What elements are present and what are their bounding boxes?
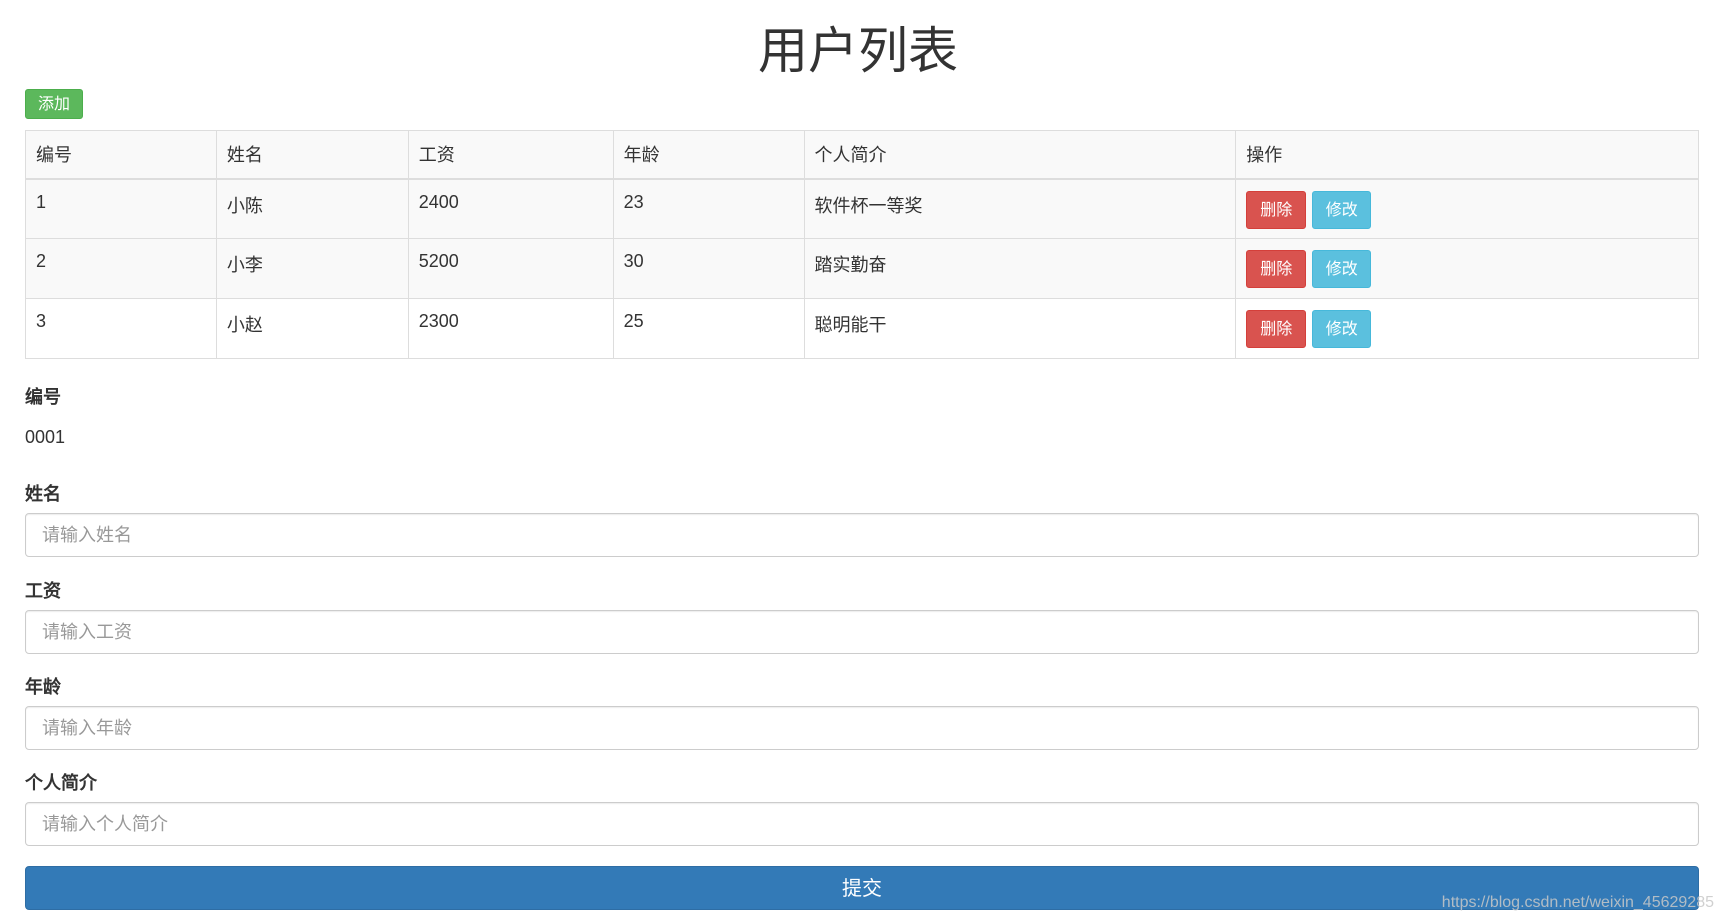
user-table: 编号 姓名 工资 年龄 个人简介 操作 1 小陈 2400 23 软件杯一等奖 … [25,130,1699,359]
cell-name: 小李 [216,239,408,299]
delete-button[interactable]: 删除 [1246,310,1306,348]
table-header-row: 编号 姓名 工资 年龄 个人简介 操作 [26,131,1699,179]
cell-id: 2 [26,239,217,299]
cell-name: 小陈 [216,179,408,239]
cell-id: 3 [26,299,217,359]
column-header-id: 编号 [26,131,217,179]
cell-intro: 踏实勤奋 [804,239,1236,299]
page-title: 用户列表 [0,18,1716,84]
form-group-name: 姓名 [25,481,1699,557]
cell-salary: 2400 [408,179,613,239]
name-label: 姓名 [25,481,1699,507]
edit-button[interactable]: 修改 [1312,250,1371,288]
age-input[interactable] [25,706,1699,750]
cell-actions: 删除 修改 [1236,239,1699,299]
watermark-text: https://blog.csdn.net/weixin_45629285 [1442,894,1714,912]
column-header-salary: 工资 [408,131,613,179]
table-row: 2 小李 5200 30 踏实勤奋 删除 修改 [26,239,1699,299]
delete-button[interactable]: 删除 [1246,191,1306,229]
column-header-intro: 个人简介 [804,131,1236,179]
cell-id: 1 [26,179,217,239]
cell-age: 30 [613,239,804,299]
column-header-actions: 操作 [1236,131,1699,179]
page: 用户列表 添加 编号 姓名 工资 年龄 个人简介 操作 1 小陈 [0,0,1716,920]
cell-actions: 删除 修改 [1236,299,1699,359]
name-input[interactable] [25,513,1699,557]
column-header-age: 年龄 [613,131,804,179]
table-row: 1 小陈 2400 23 软件杯一等奖 删除 修改 [26,179,1699,239]
edit-button[interactable]: 修改 [1312,310,1371,348]
id-label: 编号 [25,384,1699,410]
salary-label: 工资 [25,578,1699,604]
cell-age: 25 [613,299,804,359]
cell-salary: 5200 [408,239,613,299]
id-value: 0001 [25,424,1699,450]
add-button[interactable]: 添加 [25,89,83,119]
cell-intro: 软件杯一等奖 [804,179,1236,239]
cell-intro: 聪明能干 [804,299,1236,359]
cell-age: 23 [613,179,804,239]
form-group-age: 年龄 [25,674,1699,750]
age-label: 年龄 [25,674,1699,700]
form-group-intro: 个人简介 [25,770,1699,846]
form-group-salary: 工资 [25,578,1699,654]
delete-button[interactable]: 删除 [1246,250,1306,288]
cell-salary: 2300 [408,299,613,359]
intro-input[interactable] [25,802,1699,846]
salary-input[interactable] [25,610,1699,654]
cell-name: 小赵 [216,299,408,359]
edit-button[interactable]: 修改 [1312,191,1371,229]
cell-actions: 删除 修改 [1236,179,1699,239]
table-row: 3 小赵 2300 25 聪明能干 删除 修改 [26,299,1699,359]
column-header-name: 姓名 [216,131,408,179]
intro-label: 个人简介 [25,770,1699,796]
form-group-id: 编号 0001 [25,384,1699,450]
